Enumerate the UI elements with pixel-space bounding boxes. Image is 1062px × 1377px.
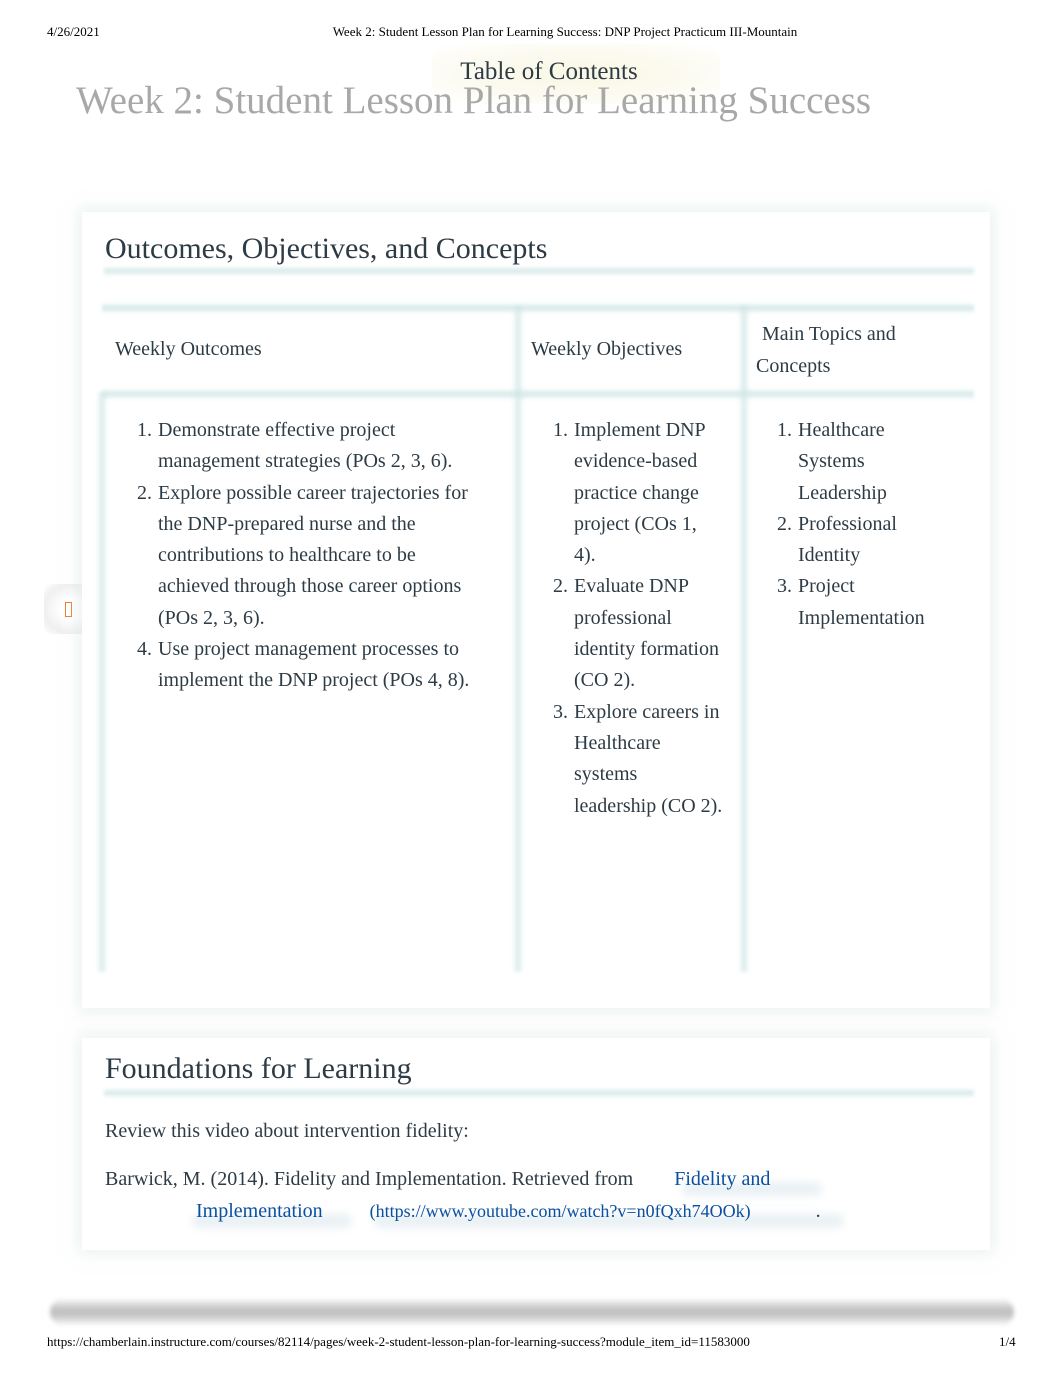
- section-heading-outcomes: Outcomes, Objectives, and Concepts: [105, 232, 548, 265]
- list-item: Healthcare Systems Leadership: [797, 415, 947, 509]
- column-header-main-topics: Main Topics and Concepts: [756, 323, 896, 377]
- video-url-link[interactable]: (https://www.youtube.com/watch?v=n0fQxh7…: [370, 1201, 751, 1221]
- print-page-number: 1/4: [999, 1334, 1016, 1349]
- table-col-rule-2: [738, 306, 750, 972]
- list-item: Explore careers in Healthcare systems le…: [573, 697, 723, 822]
- list-item: Evaluate DNP professional identity forma…: [573, 571, 723, 696]
- citation-line-1: Barwick, M. (2014). Fidelity and Impleme…: [105, 1163, 770, 1195]
- main-topics-list: Healthcare Systems Leadership Profession…: [774, 415, 947, 634]
- column-header-weekly-outcomes: Weekly Outcomes: [115, 338, 262, 360]
- citation-text: Barwick, M. (2014). Fidelity and Impleme…: [105, 1168, 634, 1190]
- print-url: https://chamberlain.instructure.com/cour…: [47, 1334, 750, 1349]
- table-left-rule: [96, 392, 108, 972]
- table-top-rule: [102, 302, 974, 314]
- bookmark-icon[interactable]: [65, 602, 72, 617]
- print-title: Week 2: Student Lesson Plan for Learning…: [332, 24, 798, 39]
- list-item: Demonstrate effective project management…: [157, 415, 473, 478]
- list-item: Project Implementation: [797, 571, 947, 634]
- video-link-continued[interactable]: Implementation: [196, 1200, 323, 1222]
- bottom-toolbar: [50, 1298, 1014, 1326]
- foundations-card: Foundations for Learning Review this vid…: [82, 1038, 990, 1250]
- table-header-rule: [102, 388, 974, 400]
- page-title: Week 2: Student Lesson Plan for Learning…: [76, 79, 872, 122]
- list-item: Explore possible career trajectories for…: [157, 478, 473, 634]
- citation-period: .: [815, 1200, 821, 1222]
- weekly-outcomes-list: Demonstrate effective project management…: [134, 415, 473, 697]
- list-item: Implement DNP evidence-based practice ch…: [573, 415, 723, 571]
- heading-divider: [104, 1088, 974, 1098]
- heading-divider: [104, 266, 974, 276]
- print-header: 4/26/2021 Week 2: Student Lesson Plan fo…: [0, 24, 1062, 42]
- weekly-objectives-list: Implement DNP evidence-based practice ch…: [550, 415, 723, 822]
- section-heading-foundations: Foundations for Learning: [105, 1052, 412, 1085]
- column-header-weekly-objectives: Weekly Objectives: [531, 338, 683, 360]
- foundations-intro: Review this video about intervention fid…: [105, 1120, 469, 1142]
- list-item: Professional Identity: [797, 509, 947, 572]
- print-footer: https://chamberlain.instructure.com/cour…: [0, 1334, 1062, 1352]
- table-col-rule-1: [512, 306, 524, 972]
- video-link[interactable]: Fidelity and: [674, 1168, 770, 1190]
- list-item: Use project management processes to impl…: [157, 634, 473, 697]
- citation-line-2: Implementation (https://www.youtube.com/…: [196, 1195, 821, 1227]
- outcomes-card: Outcomes, Objectives, and Concepts Weekl…: [82, 212, 990, 1008]
